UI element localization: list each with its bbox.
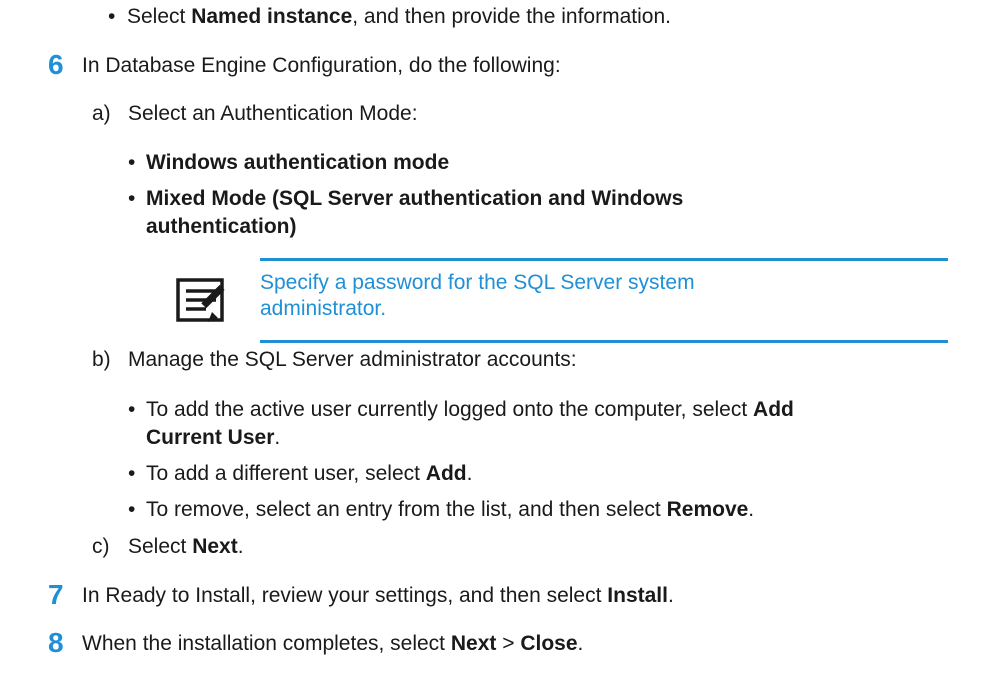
step-number: 6 bbox=[48, 49, 64, 80]
bullet-mark: • bbox=[128, 462, 136, 485]
step-text: In Database Engine Configuration, do the… bbox=[82, 54, 561, 77]
document-page: • Select Named instance, and then provid… bbox=[0, 0, 1006, 673]
auth-option-mixed: Mixed Mode (SQL Server authentication an… bbox=[146, 187, 684, 210]
note-text: Specify a password for the SQL Server sy… bbox=[260, 271, 695, 320]
account-option-current-user: To add the active user currently logged … bbox=[146, 398, 794, 421]
account-option-current-user-cont: Current User. bbox=[146, 426, 281, 449]
step-number: 8 bbox=[48, 627, 64, 658]
account-option-remove: To remove, select an entry from the list… bbox=[146, 498, 755, 521]
substep-letter: b) bbox=[92, 348, 111, 371]
auth-option-mixed-cont: authentication) bbox=[146, 215, 297, 238]
intro-bullet-text: Select Named instance, and then provide … bbox=[127, 5, 671, 28]
step-number: 7 bbox=[48, 579, 64, 610]
substep-letter: a) bbox=[92, 102, 111, 125]
substep-letter: c) bbox=[92, 535, 110, 558]
step-text: When the installation completes, select … bbox=[82, 632, 584, 655]
step-text: In Ready to Install, review your setting… bbox=[82, 584, 674, 607]
note-rule-bottom bbox=[260, 340, 948, 343]
substep-text: Manage the SQL Server administrator acco… bbox=[128, 348, 577, 371]
bullet-mark: • bbox=[128, 187, 136, 210]
note-rule-top bbox=[260, 258, 948, 261]
bullet-mark: • bbox=[108, 5, 116, 28]
bullet-mark: • bbox=[128, 398, 136, 421]
auth-option-windows: Windows authentication mode bbox=[146, 151, 450, 174]
substep-text: Select an Authentication Mode: bbox=[128, 102, 418, 125]
substep-text: Select Next. bbox=[128, 535, 244, 558]
bullet-mark: • bbox=[128, 151, 136, 174]
note-icon bbox=[176, 278, 225, 322]
note-box: Specify a password for the SQL Server sy… bbox=[176, 258, 948, 343]
bullet-mark: • bbox=[128, 498, 136, 521]
account-option-add: To add a different user, select Add. bbox=[146, 462, 473, 485]
